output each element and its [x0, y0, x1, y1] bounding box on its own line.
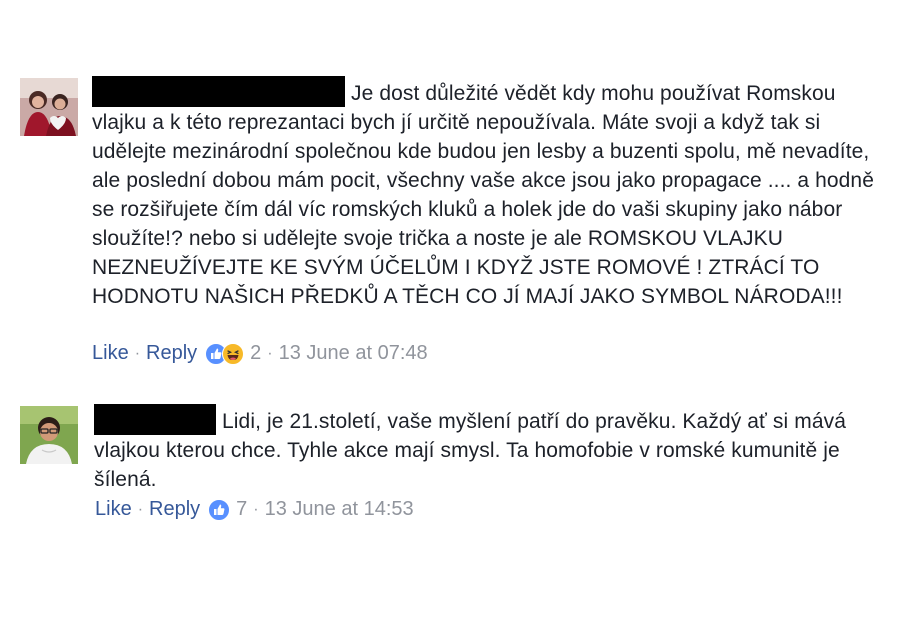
reactions[interactable] — [208, 498, 231, 521]
reactions[interactable] — [205, 342, 245, 365]
like-button[interactable]: Like — [92, 342, 129, 365]
like-icon — [208, 498, 231, 521]
comment-text: Je dost důležité vědět kdy mohu používat… — [92, 82, 874, 308]
reaction-count[interactable]: 2 — [250, 342, 261, 365]
like-button[interactable]: Like — [95, 498, 132, 521]
comment-body: Je dost důležité vědět kdy mohu používat… — [92, 76, 882, 311]
haha-icon — [222, 342, 245, 365]
separator: · — [253, 500, 259, 518]
reply-button[interactable]: Reply — [146, 342, 197, 365]
reaction-count[interactable]: 7 — [236, 498, 247, 521]
timestamp[interactable]: 13 June at 14:53 — [265, 498, 414, 521]
comment-actions: Like · Reply 2 · 13 June at 07:48 — [92, 342, 428, 365]
redacted-author-name[interactable] — [92, 76, 345, 107]
separator: · — [137, 500, 144, 518]
timestamp[interactable]: 13 June at 07:48 — [279, 342, 428, 365]
reply-button[interactable]: Reply — [149, 498, 200, 521]
avatar-photo-icon — [20, 406, 78, 464]
avatar[interactable] — [20, 406, 78, 464]
separator: · — [134, 344, 141, 362]
comment-actions: Like · Reply 7 · 13 June at 14:53 — [95, 498, 414, 521]
avatar-photo-icon — [20, 78, 78, 136]
separator: · — [267, 344, 273, 362]
redacted-author-name[interactable] — [94, 404, 216, 435]
comment-body: Lidi, je 21.století, vaše myšlení patří … — [94, 404, 884, 494]
avatar[interactable] — [20, 78, 78, 136]
